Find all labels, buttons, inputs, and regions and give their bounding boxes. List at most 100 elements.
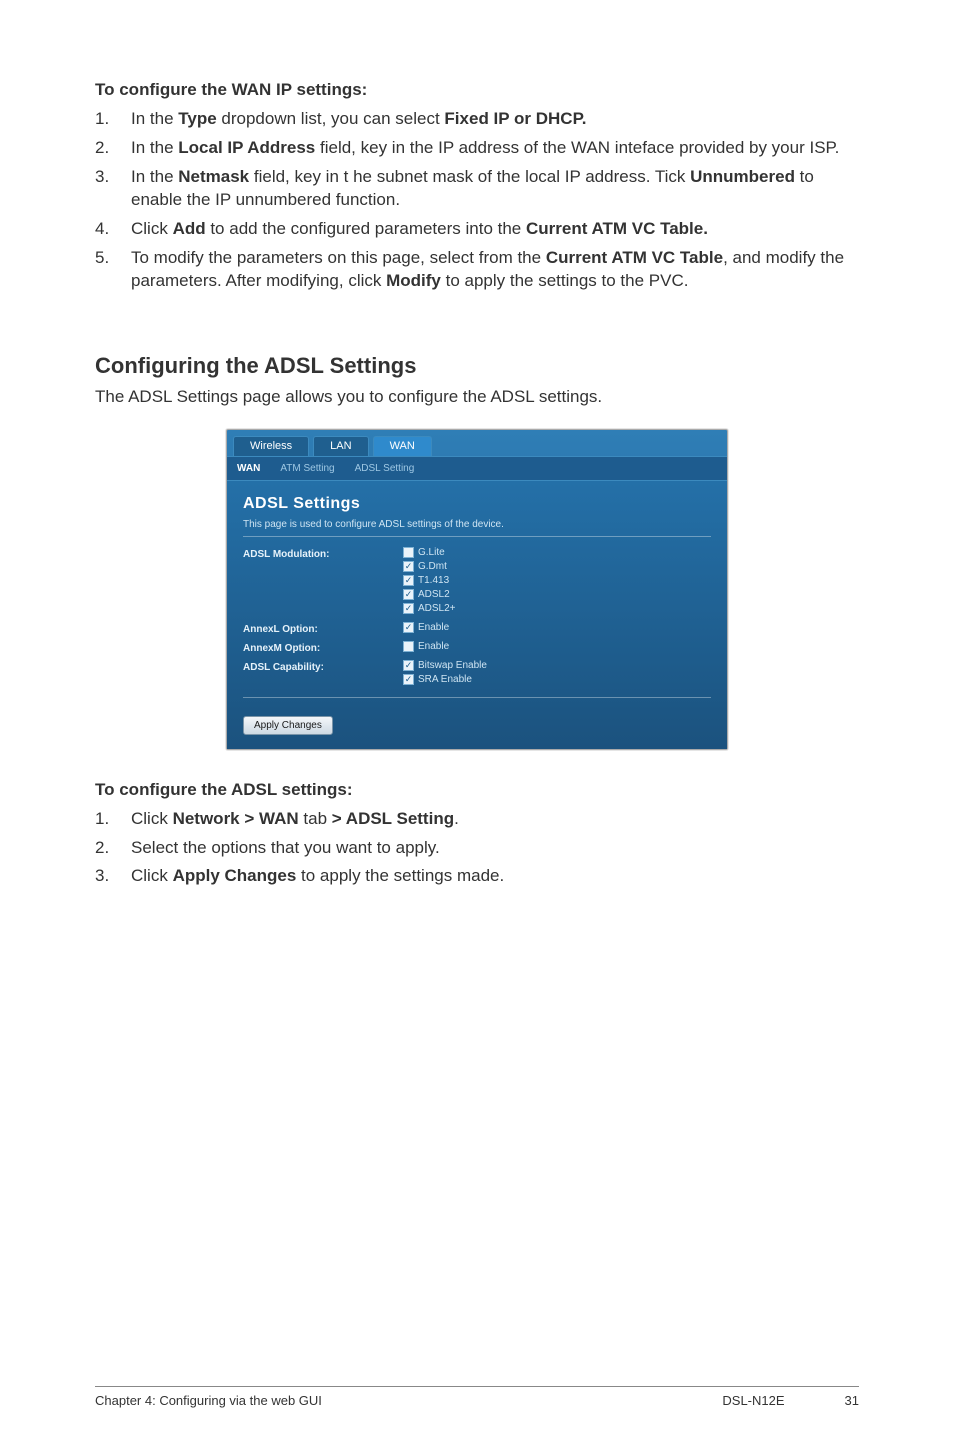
list-number: 2. bbox=[95, 137, 131, 160]
setting-options: G.Lite✓G.Dmt✓T1.413✓ADSL2✓ADSL2+ bbox=[403, 547, 456, 620]
text-run: In the bbox=[131, 138, 178, 157]
text-run: . bbox=[454, 809, 459, 828]
list-item: 4.Click Add to add the configured parame… bbox=[95, 218, 859, 241]
top-tab-wireless[interactable]: Wireless bbox=[233, 436, 309, 456]
list-number: 2. bbox=[95, 837, 131, 860]
list-body: In the Local IP Address field, key in th… bbox=[131, 137, 859, 160]
setting-row: AnnexL Option:✓ Enable bbox=[243, 622, 711, 639]
adsl-settings-screenshot: WirelessLANWAN WANATM SettingADSL Settin… bbox=[95, 429, 859, 750]
checkbox-option[interactable]: ✓ T1.413 bbox=[403, 575, 456, 586]
top-tab-lan[interactable]: LAN bbox=[313, 436, 368, 456]
adsl-steps: 1.Click Network > WAN tab > ADSL Setting… bbox=[95, 808, 859, 889]
checkbox-label: G.Lite bbox=[418, 547, 445, 558]
top-tab-wan[interactable]: WAN bbox=[373, 436, 432, 456]
checkbox-option[interactable]: Enable bbox=[403, 641, 449, 652]
list-item: 1.In the Type dropdown list, you can sel… bbox=[95, 108, 859, 131]
bold-term: Netmask bbox=[178, 167, 249, 186]
list-item: 3.In the Netmask field, key in t he subn… bbox=[95, 166, 859, 212]
setting-label: ADSL Capability: bbox=[243, 660, 403, 673]
list-body: Click Apply Changes to apply the setting… bbox=[131, 865, 859, 888]
checkbox-icon[interactable]: ✓ bbox=[403, 603, 414, 614]
checkbox-label: SRA Enable bbox=[418, 674, 472, 685]
text-run: to apply the settings made. bbox=[296, 866, 504, 885]
setting-row: AnnexM Option: Enable bbox=[243, 641, 711, 658]
bold-term: > ADSL Setting bbox=[332, 809, 454, 828]
bold-term: Current ATM VC Table bbox=[546, 248, 723, 267]
bold-term: Type bbox=[178, 109, 216, 128]
text-run: field, key in the IP address of the WAN … bbox=[315, 138, 839, 157]
list-body: In the Netmask field, key in t he subnet… bbox=[131, 166, 859, 212]
text-run: Click bbox=[131, 866, 173, 885]
footer-page-number: 31 bbox=[845, 1393, 859, 1408]
setting-row: ADSL Modulation:G.Lite✓G.Dmt✓T1.413✓ADSL… bbox=[243, 547, 711, 620]
list-number: 3. bbox=[95, 865, 131, 888]
checkbox-icon[interactable]: ✓ bbox=[403, 561, 414, 572]
setting-options: ✓ Bitswap Enable ✓ SRA Enable bbox=[403, 660, 487, 691]
checkbox-option[interactable]: ✓ ADSL2+ bbox=[403, 603, 456, 614]
text-run: Click bbox=[131, 809, 173, 828]
checkbox-label: Bitswap Enable bbox=[418, 660, 487, 671]
checkbox-option[interactable]: G.Lite bbox=[403, 547, 456, 558]
checkbox-icon[interactable]: ✓ bbox=[403, 660, 414, 671]
footer-model: DSL-N12E bbox=[722, 1393, 784, 1408]
wan-ip-heading: To configure the WAN IP settings: bbox=[95, 80, 859, 100]
checkbox-option[interactable]: ✓ADSL2 bbox=[403, 589, 456, 600]
checkbox-icon[interactable]: ✓ bbox=[403, 575, 414, 586]
setting-label: AnnexL Option: bbox=[243, 622, 403, 635]
checkbox-label: Enable bbox=[418, 641, 449, 652]
text-run: dropdown list, you can select bbox=[217, 109, 445, 128]
list-number: 1. bbox=[95, 808, 131, 831]
list-item: 1.Click Network > WAN tab > ADSL Setting… bbox=[95, 808, 859, 831]
list-item: 2.Select the options that you want to ap… bbox=[95, 837, 859, 860]
text-run: to add the configured parameters into th… bbox=[206, 219, 526, 238]
checkbox-option[interactable]: ✓ Enable bbox=[403, 622, 449, 633]
list-number: 1. bbox=[95, 108, 131, 131]
checkbox-icon[interactable] bbox=[403, 547, 414, 558]
list-body: Click Add to add the configured paramete… bbox=[131, 218, 859, 241]
list-number: 4. bbox=[95, 218, 131, 241]
bold-term: Local IP Address bbox=[178, 138, 315, 157]
divider bbox=[243, 697, 711, 698]
text-run: In the bbox=[131, 167, 178, 186]
sub-tab-adsl-setting[interactable]: ADSL Setting bbox=[351, 461, 419, 476]
divider bbox=[243, 536, 711, 537]
adsl-section-title: Configuring the ADSL Settings bbox=[95, 353, 859, 379]
bold-term: Unnumbered bbox=[690, 167, 795, 186]
list-body: Click Network > WAN tab > ADSL Setting. bbox=[131, 808, 859, 831]
checkbox-icon[interactable]: ✓ bbox=[403, 589, 414, 600]
checkbox-option[interactable]: ✓ Bitswap Enable bbox=[403, 660, 487, 671]
list-number: 5. bbox=[95, 247, 131, 270]
checkbox-icon[interactable] bbox=[403, 641, 414, 652]
sub-tab-atm-setting[interactable]: ATM Setting bbox=[276, 461, 338, 476]
list-number: 3. bbox=[95, 166, 131, 189]
apply-changes-button[interactable]: Apply Changes bbox=[243, 716, 333, 735]
checkbox-icon[interactable]: ✓ bbox=[403, 622, 414, 633]
bold-term: Fixed IP or DHCP. bbox=[444, 109, 586, 128]
list-item: 2.In the Local IP Address field, key in … bbox=[95, 137, 859, 160]
setting-row: ADSL Capability:✓ Bitswap Enable ✓ SRA Enab… bbox=[243, 660, 711, 691]
text-run: To modify the parameters on this page, s… bbox=[131, 248, 546, 267]
checkbox-label: T1.413 bbox=[418, 575, 449, 586]
bold-term: Current ATM VC Table. bbox=[526, 219, 708, 238]
setting-options: Enable bbox=[403, 641, 449, 658]
checkbox-icon[interactable]: ✓ bbox=[403, 674, 414, 685]
text-run: field, key in t he subnet mask of the lo… bbox=[249, 167, 690, 186]
page-footer: Chapter 4: Configuring via the web GUI D… bbox=[0, 1386, 954, 1408]
list-item: 3.Click Apply Changes to apply the setti… bbox=[95, 865, 859, 888]
checkbox-option[interactable]: ✓ SRA Enable bbox=[403, 674, 487, 685]
text-run: to apply the settings to the PVC. bbox=[441, 271, 689, 290]
checkbox-option[interactable]: ✓ G.Dmt bbox=[403, 561, 456, 572]
checkbox-label: Enable bbox=[418, 622, 449, 633]
setting-options: ✓ Enable bbox=[403, 622, 449, 639]
checkbox-label: ADSL2+ bbox=[418, 603, 456, 614]
bold-term: Add bbox=[173, 219, 206, 238]
list-body: Select the options that you want to appl… bbox=[131, 837, 859, 860]
text-run: In the bbox=[131, 109, 178, 128]
checkbox-label: G.Dmt bbox=[418, 561, 447, 572]
bold-term: Network > WAN bbox=[173, 809, 299, 828]
text-run: Select the options that you want to appl… bbox=[131, 838, 440, 857]
panel-desc: This page is used to configure ADSL sett… bbox=[243, 519, 711, 530]
setting-label: AnnexM Option: bbox=[243, 641, 403, 654]
text-run: tab bbox=[299, 809, 332, 828]
sub-tab-wan[interactable]: WAN bbox=[233, 461, 264, 476]
